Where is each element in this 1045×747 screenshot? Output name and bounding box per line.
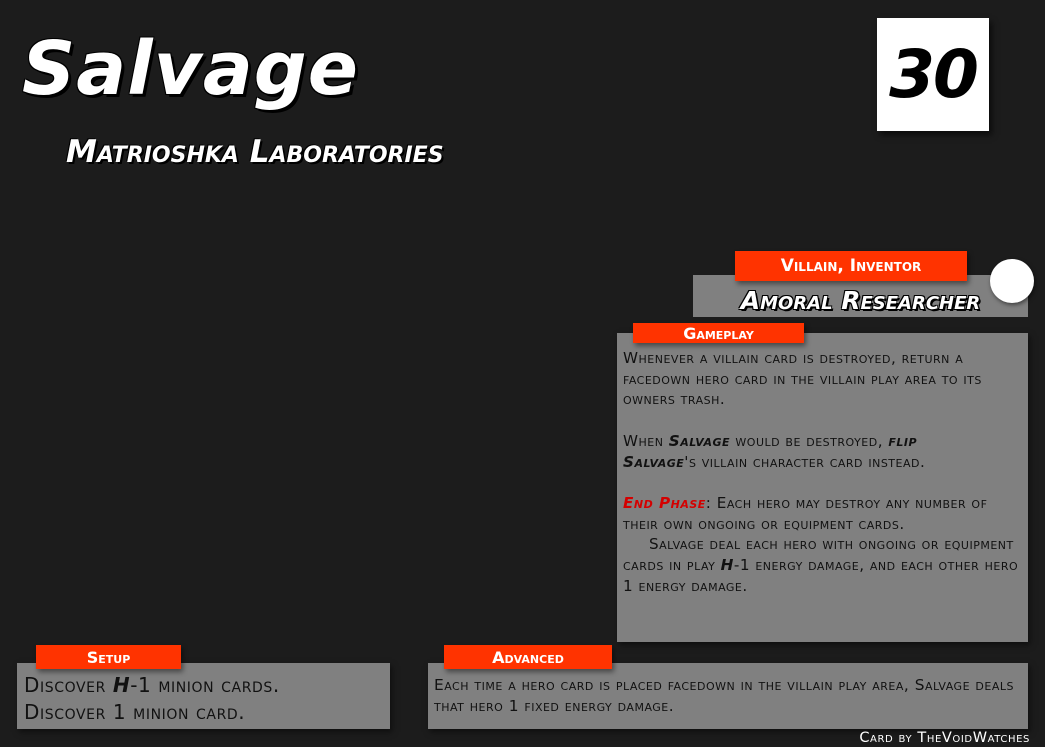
setup-line-2: Discover 1 minion card. bbox=[24, 700, 246, 724]
hp-value: 30 bbox=[889, 36, 979, 113]
card-title: Salvage bbox=[22, 26, 359, 112]
setup-line-1: Discover H-1 minion cards. bbox=[24, 673, 280, 697]
character-tags-label: Villain, Inventor bbox=[780, 256, 922, 276]
gameplay-label-text: Gameplay bbox=[683, 323, 754, 343]
character-name: Amoral Researcher bbox=[740, 286, 981, 315]
gameplay-panel: Whenever a villain card is destroyed, re… bbox=[617, 333, 1028, 642]
hp-box: 30 bbox=[877, 18, 989, 131]
setup-panel: Discover H-1 minion cards. Discover 1 mi… bbox=[17, 663, 390, 729]
gameplay-text-2: When Salvage would be destroyed, flip Sal… bbox=[623, 431, 926, 471]
gameplay-text-1: Whenever a villain card is destroyed, re… bbox=[623, 349, 982, 409]
character-tags: Villain, Inventor bbox=[735, 251, 967, 281]
end-phase-label: End Phase bbox=[623, 493, 706, 512]
advanced-label-text: Advanced bbox=[492, 647, 564, 667]
card-credit: Card by TheVoidWatches bbox=[859, 730, 1030, 746]
character-name-box: Amoral Researcher bbox=[693, 275, 1028, 317]
advanced-panel: Each time a hero card is placed facedown… bbox=[428, 663, 1028, 729]
advanced-text: Each time a hero card is placed facedown… bbox=[434, 676, 1014, 715]
gameplay-label: Gameplay bbox=[633, 323, 804, 343]
setup-label: Setup bbox=[36, 645, 181, 669]
gameplay-text-3: End Phase: Each hero may destroy any num… bbox=[623, 493, 988, 533]
setup-label-text: Setup bbox=[86, 647, 131, 667]
advanced-label: Advanced bbox=[444, 645, 612, 669]
card-subtitle: Matrioshka Laboratories bbox=[66, 134, 444, 170]
character-token bbox=[990, 259, 1034, 303]
gameplay-text-4: Salvage deal each hero with ongoing or e… bbox=[623, 535, 1019, 595]
